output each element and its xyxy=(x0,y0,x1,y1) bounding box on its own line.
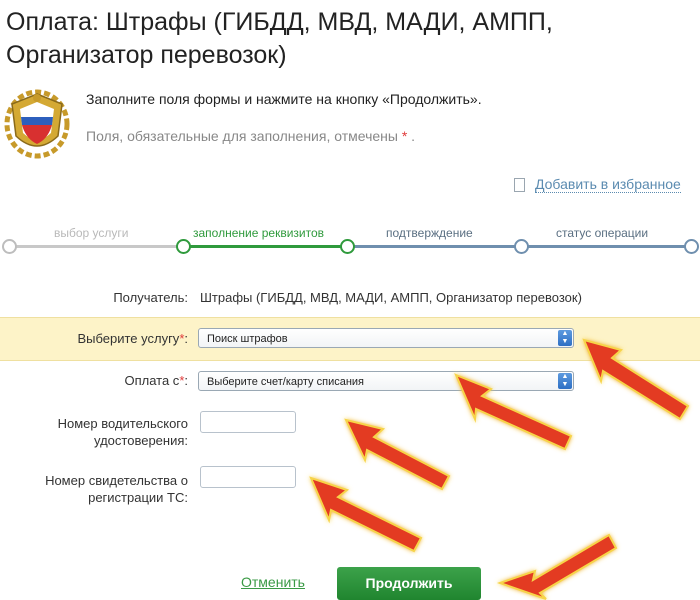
step-dot-1 xyxy=(176,239,191,254)
step-dot-3 xyxy=(514,239,529,254)
pay-from-select[interactable]: Выберите счет/карту списания ▲ ▼ xyxy=(198,371,574,391)
instruction-text: Заполните поля формы и нажмите на кнопку… xyxy=(86,91,482,107)
red-arrow-3 xyxy=(344,418,451,491)
required-mark: * xyxy=(401,128,408,144)
step-label-4: статус операции xyxy=(556,226,649,240)
step-dot-2 xyxy=(340,239,355,254)
service-label: Выберите услугу*: xyxy=(77,331,188,346)
recipient-label: Получатель: xyxy=(113,290,188,305)
cancel-link[interactable]: Отменить xyxy=(241,574,305,590)
continue-button[interactable]: Продолжить xyxy=(337,567,481,600)
required-fields-note: Поля, обязательные для заполнения, отмеч… xyxy=(86,128,416,144)
emblem-icon xyxy=(4,89,70,159)
select-arrows-icon: ▲ ▼ xyxy=(558,330,572,346)
pay-from-label: Оплата с*: xyxy=(124,373,188,388)
page-title: Оплата: Штрафы (ГИБДД, МВД, МАДИ, АМПП, … xyxy=(6,8,553,69)
recipient-value: Штрафы (ГИБДД, МВД, МАДИ, АМПП, Организа… xyxy=(200,290,582,305)
service-select[interactable]: Поиск штрафов ▲ ▼ xyxy=(198,328,574,348)
step-label-1: выбор услуги xyxy=(54,226,129,240)
select-arrows-icon: ▲ ▼ xyxy=(558,373,572,389)
step-label-2: заполнение реквизитов xyxy=(193,226,325,240)
add-to-favorites-link[interactable]: Добавить в избранное xyxy=(514,176,681,193)
traffic-police-emblem xyxy=(2,84,72,162)
license-number-input[interactable] xyxy=(200,411,296,433)
step-dot-4 xyxy=(684,239,699,254)
license-label: Номер водительского удостоверения: xyxy=(57,416,188,448)
step-dot-start xyxy=(2,239,17,254)
registration-number-input[interactable] xyxy=(200,466,296,488)
registration-label: Номер свидетельства о регистрации ТС: xyxy=(45,473,188,505)
progress-steps: выбор услуги заполнение реквизитов подтв… xyxy=(0,220,700,260)
red-arrow-4 xyxy=(309,476,423,553)
red-arrow-5 xyxy=(496,533,618,600)
step-track-active xyxy=(180,245,344,248)
step-label-3: подтверждение xyxy=(386,226,473,240)
bookmark-icon xyxy=(514,177,525,192)
step-track-done xyxy=(6,245,180,248)
